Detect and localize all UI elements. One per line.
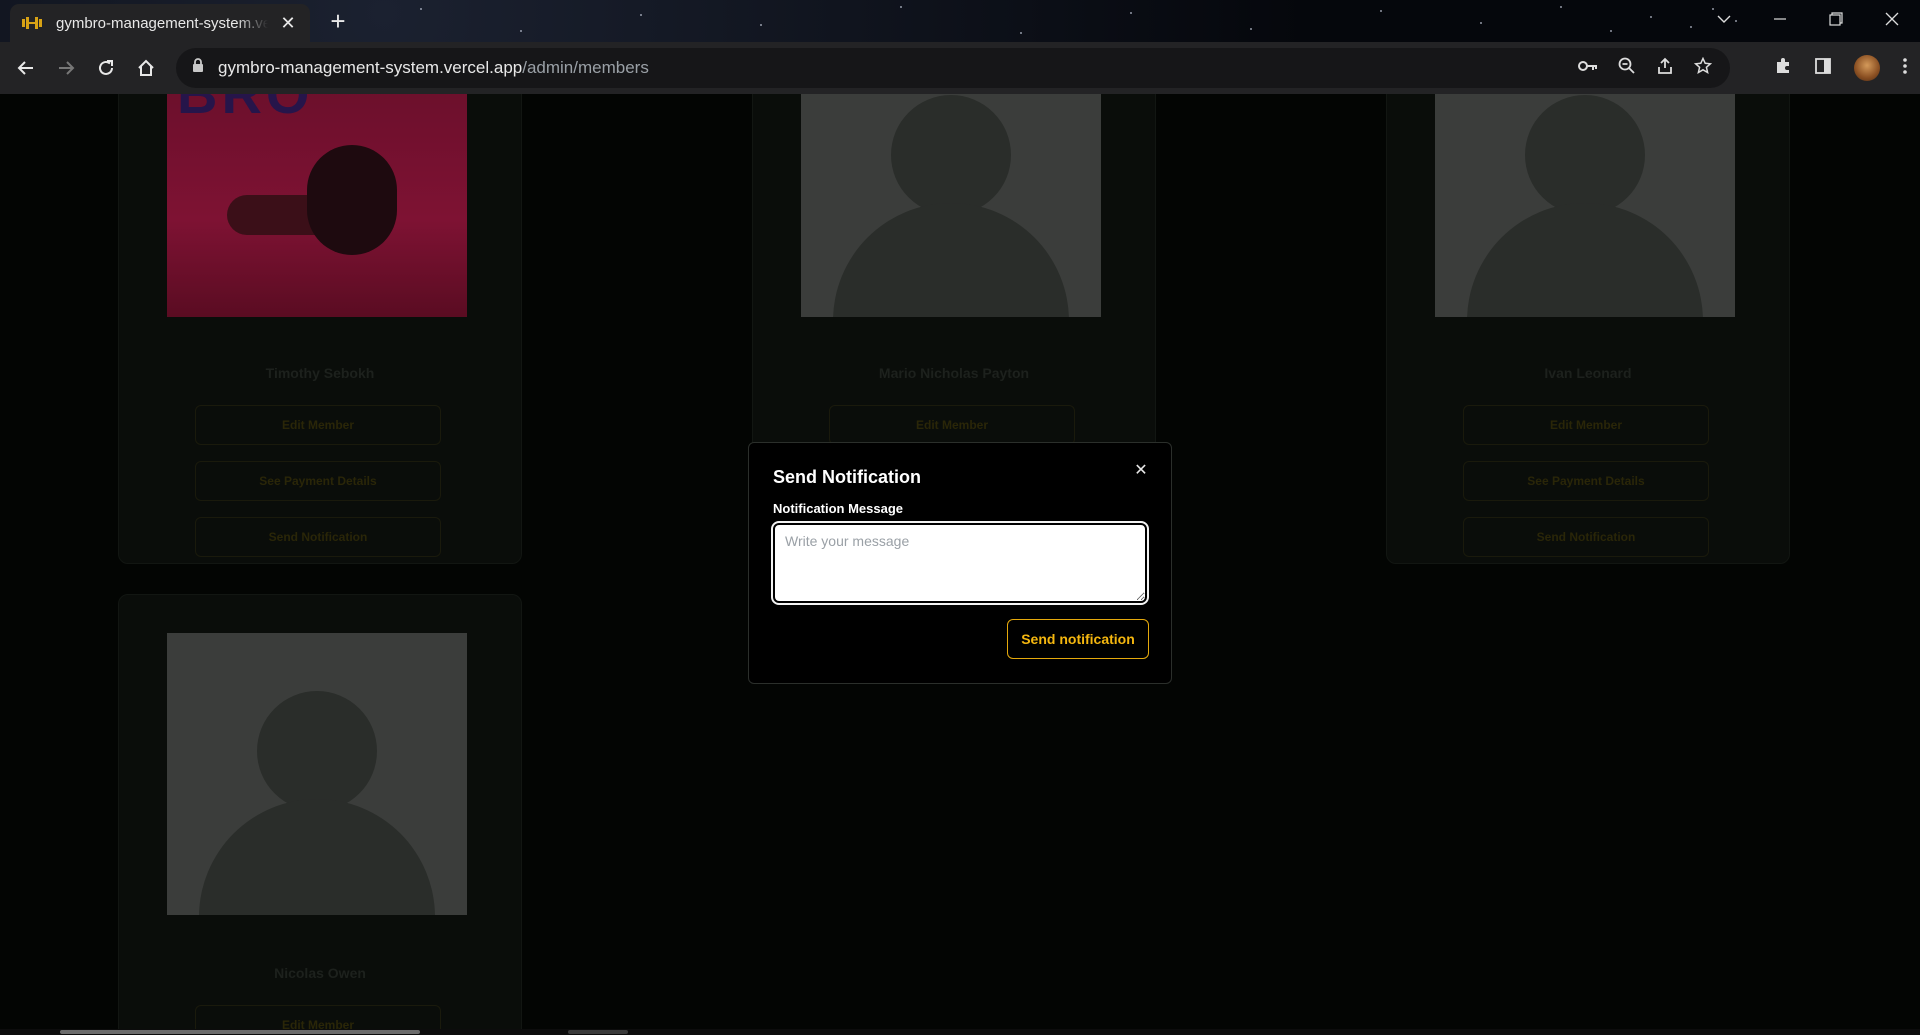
zoom-icon[interactable] — [1618, 57, 1636, 80]
member-photo: BRO — [167, 94, 467, 317]
horizontal-scrollbar[interactable] — [0, 1029, 1920, 1035]
reload-icon[interactable] — [86, 48, 126, 88]
profile-avatar[interactable] — [1854, 55, 1880, 81]
tab-title: gymbro-management-system.vercel.app — [56, 14, 268, 32]
extensions-icon[interactable] — [1774, 57, 1792, 80]
back-icon[interactable] — [6, 48, 46, 88]
forward-icon[interactable] — [46, 48, 86, 88]
url-path: /admin/members — [522, 58, 649, 77]
edit-member-button[interactable]: Edit Member — [1463, 405, 1709, 445]
member-name: Nicolas Owen — [274, 965, 366, 981]
url-text[interactable]: gymbro-management-system.vercel.app/admi… — [218, 58, 649, 78]
send-notification-button[interactable]: Send Notification — [1463, 517, 1709, 557]
avatar-placeholder-icon — [1435, 94, 1735, 317]
side-panel-icon[interactable] — [1814, 57, 1832, 80]
edit-member-button[interactable]: Edit Member — [829, 405, 1075, 445]
key-icon[interactable] — [1578, 59, 1598, 77]
browser-titlebar: gymbro-management-system.vercel.app ✕ + — [0, 0, 1920, 42]
avatar-placeholder-icon — [167, 633, 467, 915]
restore-icon[interactable] — [1808, 0, 1864, 38]
edit-member-button[interactable]: Edit Member — [195, 1005, 441, 1029]
send-notification-submit-button[interactable]: Send notification — [1007, 619, 1149, 659]
close-icon[interactable]: ✕ — [1131, 461, 1151, 481]
member-name: Ivan Leonard — [1544, 365, 1632, 381]
menu-kebab-icon[interactable] — [1902, 57, 1908, 80]
member-card: Ivan Leonard Edit Member See Payment Det… — [1386, 94, 1790, 564]
new-tab-icon[interactable]: + — [324, 8, 352, 34]
payment-details-button[interactable]: See Payment Details — [1463, 461, 1709, 501]
edit-member-button[interactable]: Edit Member — [195, 405, 441, 445]
browser-tab[interactable]: gymbro-management-system.vercel.app ✕ — [10, 4, 310, 42]
notification-message-label: Notification Message — [773, 501, 904, 516]
member-card: BRO Timothy Sebokh Edit Member See Payme… — [118, 94, 522, 564]
scrollbar-thumb[interactable] — [60, 1030, 420, 1034]
window-controls — [1696, 0, 1920, 38]
minimize-icon[interactable] — [1752, 0, 1808, 38]
close-window-icon[interactable] — [1864, 0, 1920, 38]
address-bar[interactable]: gymbro-management-system.vercel.app/admi… — [176, 48, 1730, 88]
share-icon[interactable] — [1656, 57, 1674, 80]
url-host: gymbro-management-system.vercel.app — [218, 58, 523, 77]
payment-details-button[interactable]: See Payment Details — [195, 461, 441, 501]
member-name: Mario Nicholas Payton — [878, 365, 1030, 381]
send-notification-modal: Send Notification ✕ Notification Message… — [748, 442, 1172, 684]
home-icon[interactable] — [126, 48, 166, 88]
tab-close-icon[interactable]: ✕ — [278, 13, 298, 34]
send-notification-button[interactable]: Send Notification — [195, 517, 441, 557]
member-name: Timothy Sebokh — [265, 365, 375, 381]
scrollbar-thumb-secondary[interactable] — [568, 1030, 628, 1034]
tab-search-icon[interactable] — [1696, 0, 1752, 38]
member-card: Nicolas Owen Edit Member — [118, 594, 522, 1029]
lock-icon[interactable] — [192, 58, 204, 78]
gymbro-favicon-icon — [22, 15, 42, 31]
browser-toolbar: gymbro-management-system.vercel.app/admi… — [0, 42, 1920, 94]
notification-message-input[interactable] — [773, 523, 1147, 603]
modal-title: Send Notification — [773, 467, 921, 487]
avatar-placeholder-icon — [801, 94, 1101, 317]
bookmark-star-icon[interactable] — [1693, 56, 1713, 80]
